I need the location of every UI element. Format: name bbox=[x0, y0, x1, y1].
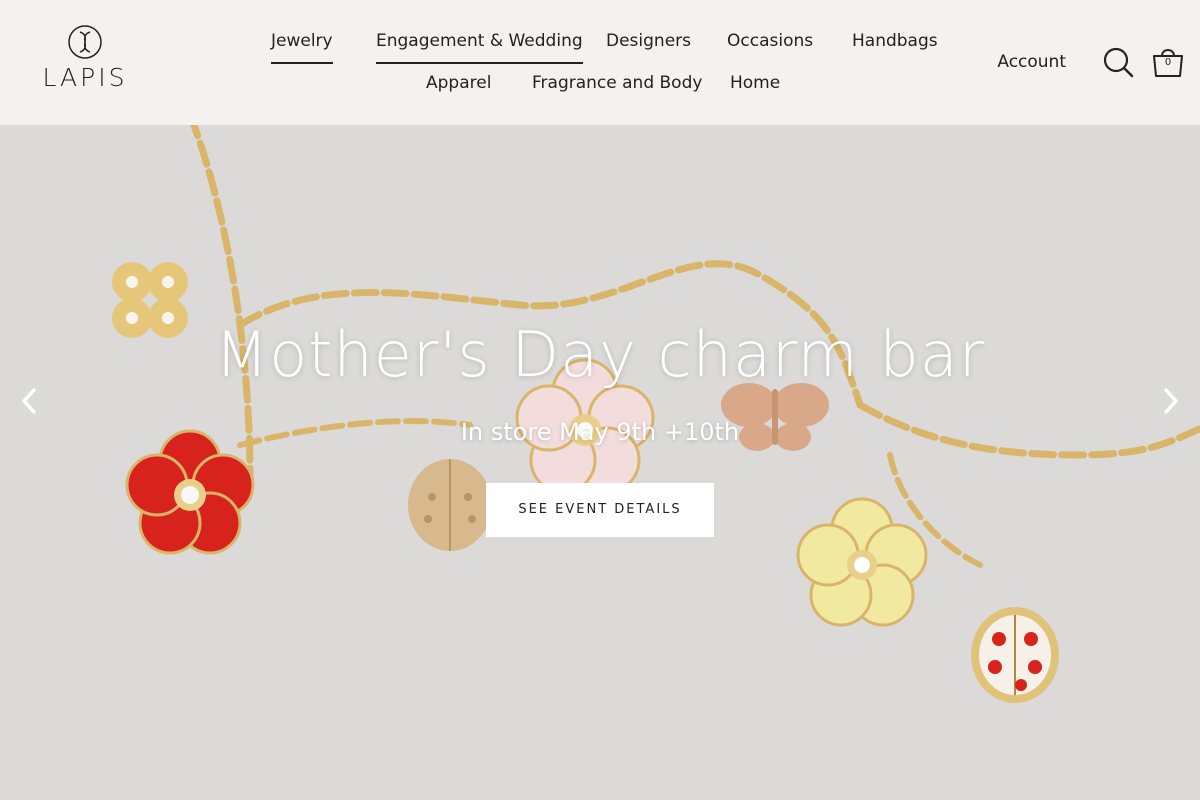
nav-item-home[interactable]: Home bbox=[730, 66, 780, 104]
hero-subtitle: In store May 9th +10th bbox=[460, 418, 740, 446]
nav-item-jewelry[interactable]: Jewelry bbox=[271, 24, 333, 64]
hero-slideshow: Mother's Day charm bar In store May 9th … bbox=[0, 125, 1200, 800]
logo[interactable]: LAPIS bbox=[38, 22, 132, 94]
account-link[interactable]: Account bbox=[997, 52, 1066, 72]
cart-count-badge: 0 bbox=[1164, 57, 1172, 68]
search-button[interactable] bbox=[1100, 44, 1136, 80]
chevron-right-icon bbox=[1164, 388, 1178, 414]
nav-item-fragrance-body[interactable]: Fragrance and Body bbox=[532, 66, 702, 104]
search-icon bbox=[1103, 47, 1134, 78]
slideshow-next-button[interactable] bbox=[1156, 383, 1186, 419]
see-event-details-button[interactable]: SEE EVENT DETAILS bbox=[486, 483, 714, 537]
cart-button[interactable]: 0 bbox=[1150, 44, 1186, 80]
hero-content: Mother's Day charm bar In store May 9th … bbox=[0, 315, 1200, 537]
nav-item-engagement-wedding[interactable]: Engagement & Wedding bbox=[376, 24, 583, 64]
hero-title: Mother's Day charm bar bbox=[214, 318, 986, 391]
nav-item-occasions[interactable]: Occasions bbox=[727, 24, 813, 62]
slideshow-prev-button[interactable] bbox=[14, 383, 44, 419]
chevron-left-icon bbox=[22, 388, 36, 414]
nav-item-handbags[interactable]: Handbags bbox=[852, 24, 938, 62]
logo-mark-icon bbox=[68, 25, 102, 59]
site-header: LAPIS Jewelry Engagement & Wedding Desig… bbox=[0, 0, 1200, 125]
nav-item-apparel[interactable]: Apparel bbox=[426, 66, 491, 104]
logo-text: LAPIS bbox=[42, 63, 128, 92]
header-actions: Account 0 bbox=[997, 40, 1186, 84]
nav-item-designers[interactable]: Designers bbox=[606, 24, 691, 62]
